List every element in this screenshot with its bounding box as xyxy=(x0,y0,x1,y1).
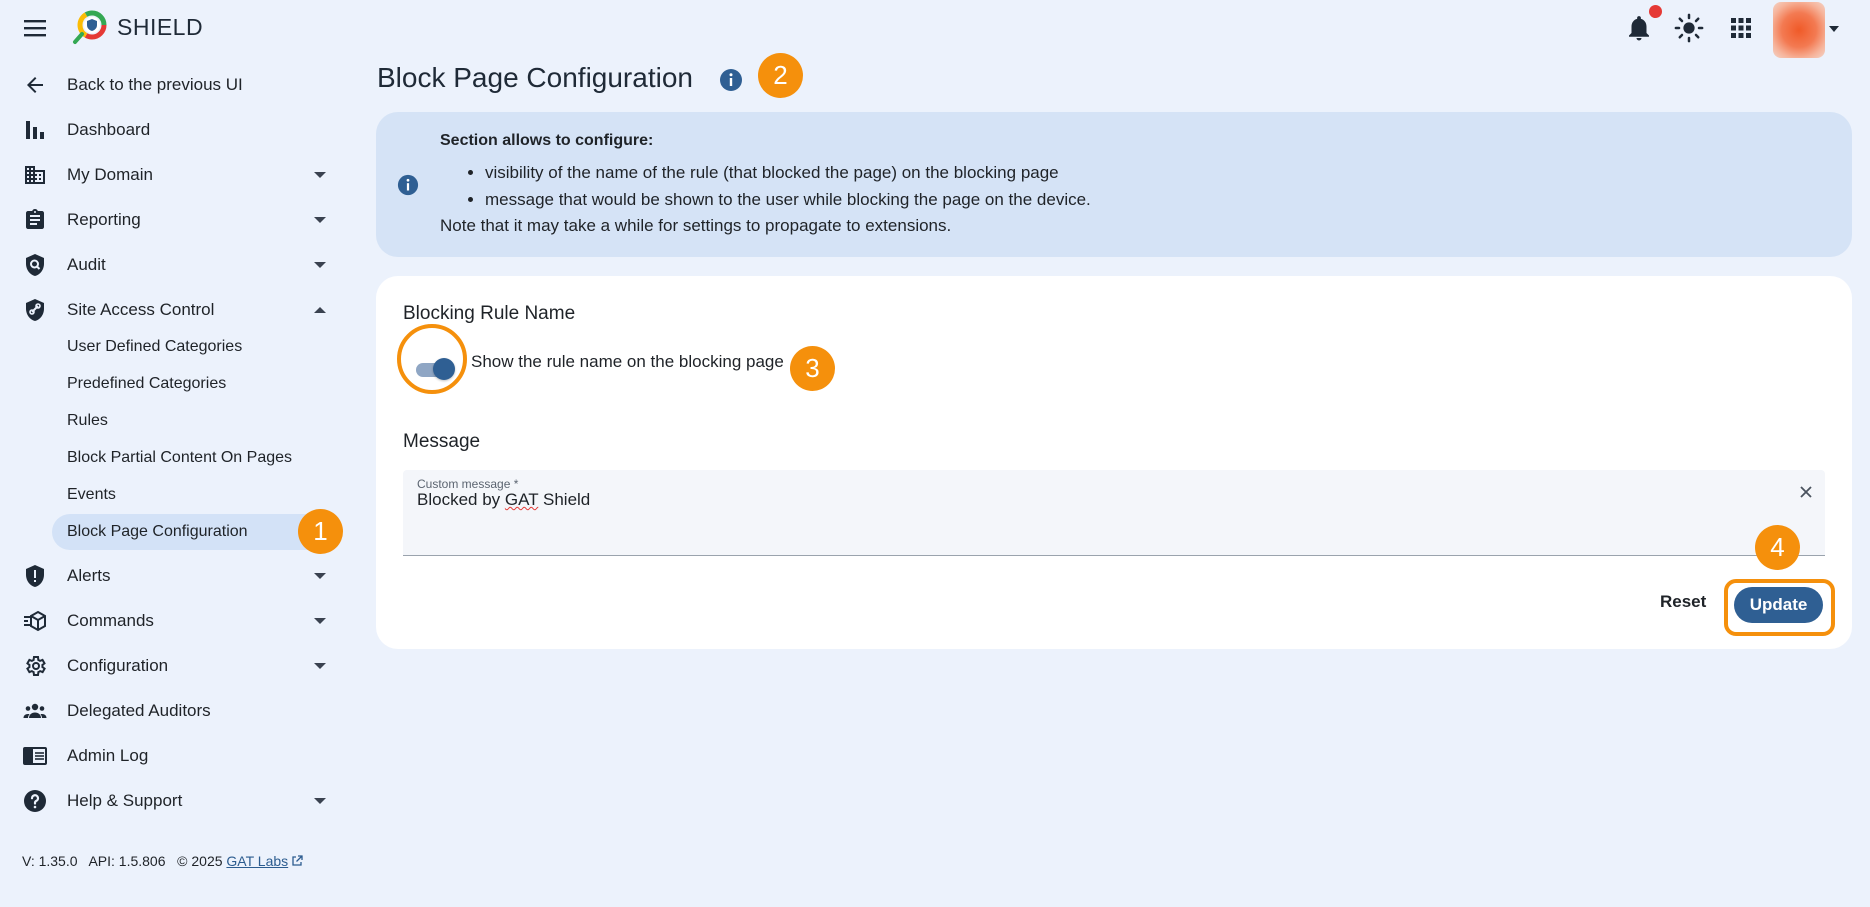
chevron-down-icon xyxy=(313,170,327,180)
info-bullet: visibility of the name of the rule (that… xyxy=(485,159,1091,186)
top-app-bar: SHIELD xyxy=(0,0,1870,58)
sidebar-item-my-domain[interactable]: My Domain xyxy=(0,154,350,194)
sidebar-item-help-support[interactable]: Help & Support xyxy=(0,780,350,820)
annotation-badge: 3 xyxy=(790,346,835,391)
external-link-icon[interactable] xyxy=(291,855,303,867)
chevron-down-icon xyxy=(313,571,327,581)
sidebar-subitem-events[interactable]: Events xyxy=(52,477,342,513)
user-avatar[interactable] xyxy=(1773,2,1825,58)
apps-grid-icon[interactable] xyxy=(1726,13,1756,43)
sidebar-item-delegated-auditors[interactable]: Delegated Auditors xyxy=(0,690,350,730)
notification-badge xyxy=(1649,5,1662,18)
api-version-text: API: 1.5.806 xyxy=(88,853,166,869)
domain-icon xyxy=(23,163,47,187)
sidebar-item-reporting[interactable]: Reporting xyxy=(0,199,350,239)
sidebar-subitem-label: Events xyxy=(67,486,116,503)
version-footer: V: 1.35.0 API: 1.5.806 © 2025 GAT Labs xyxy=(22,853,303,869)
menu-icon[interactable] xyxy=(22,16,48,40)
settings-card: Blocking Rule Name Show the rule name on… xyxy=(376,276,1852,649)
sidebar-item-admin-log[interactable]: Admin Log xyxy=(0,735,350,775)
bar-chart-icon xyxy=(23,118,47,142)
sidebar-item-audit[interactable]: Audit xyxy=(0,244,350,284)
sidebar-item-label: Audit xyxy=(67,255,106,274)
info-list: visibility of the name of the rule (that… xyxy=(485,159,1091,213)
misspelled-word: GAT xyxy=(504,490,539,509)
custom-message-text: Blocked by xyxy=(417,490,505,509)
sidebar-item-alerts[interactable]: Alerts xyxy=(0,555,350,595)
sidebar-item-label: Alerts xyxy=(67,566,111,585)
sidebar-item-label: Delegated Auditors xyxy=(67,701,211,720)
chevron-down-icon xyxy=(313,215,327,225)
brightness-icon[interactable] xyxy=(1674,13,1704,43)
custom-message-value[interactable]: Blocked by GAT Shield xyxy=(417,490,590,510)
gear-icon xyxy=(23,654,47,678)
sidebar-subitem-rules[interactable]: Rules xyxy=(52,403,342,439)
copyright-text: © 2025 xyxy=(177,853,223,869)
brand-name: SHIELD xyxy=(117,14,204,40)
sidebar-subitem-label: Rules xyxy=(67,412,108,429)
audit-icon xyxy=(23,253,47,277)
sidebar-subitem-label: Block Page Configuration xyxy=(67,523,248,540)
shield-link-icon xyxy=(23,298,47,322)
sidebar-subitem-label: Predefined Categories xyxy=(67,375,227,392)
message-section-title: Message xyxy=(403,431,481,452)
rule-name-section-title: Blocking Rule Name xyxy=(403,303,576,324)
info-note: Note that it may take a while for settin… xyxy=(440,216,952,235)
info-bullet: message that would be shown to the user … xyxy=(485,186,1091,213)
info-icon[interactable] xyxy=(719,68,743,92)
custom-message-label: Custom message * xyxy=(417,477,519,491)
sidebar-item-label: Reporting xyxy=(67,210,141,229)
arrow-back-icon xyxy=(23,73,47,97)
notifications-icon[interactable] xyxy=(1624,13,1654,43)
sidebar-subitem-block-partial-content[interactable]: Block Partial Content On Pages xyxy=(52,440,342,476)
sidebar-item-label: Back to the previous UI xyxy=(67,75,243,94)
annotation-badge: 1 xyxy=(298,509,343,554)
chevron-down-icon xyxy=(313,260,327,270)
info-heading: Section allows to configure: xyxy=(440,132,654,149)
chevron-down-icon xyxy=(313,796,327,806)
info-icon xyxy=(397,174,419,196)
sidebar-item-label: My Domain xyxy=(67,165,153,184)
chevron-down-icon[interactable] xyxy=(1828,24,1840,34)
sidebar-item-site-access-control[interactable]: Site Access Control xyxy=(0,289,350,329)
sidebar-subitem-predefined-categories[interactable]: Predefined Categories xyxy=(52,366,342,402)
people-icon xyxy=(23,699,47,723)
sidebar-subitem-user-defined-categories[interactable]: User Defined Categories xyxy=(52,329,342,365)
version-text: V: 1.35.0 xyxy=(22,853,78,869)
chevron-up-icon xyxy=(313,305,327,315)
chevron-down-icon xyxy=(313,661,327,671)
help-icon xyxy=(23,789,47,813)
log-icon xyxy=(23,744,47,768)
chevron-down-icon xyxy=(313,616,327,626)
sidebar-item-configuration[interactable]: Configuration xyxy=(0,645,350,685)
close-icon[interactable] xyxy=(1798,484,1814,500)
sidebar-item-label: Dashboard xyxy=(67,120,151,139)
sidebar-item-commands[interactable]: Commands xyxy=(0,600,350,640)
sidebar-subitem-label: User Defined Categories xyxy=(67,338,243,355)
sidebar-item-label: Site Access Control xyxy=(67,300,215,319)
info-banner: Section allows to configure: visibility … xyxy=(376,112,1852,257)
alert-shield-icon xyxy=(23,564,47,588)
shield-logo-icon[interactable] xyxy=(72,10,108,46)
annotation-badge: 2 xyxy=(758,53,803,98)
sidebar-item-label: Commands xyxy=(67,611,154,630)
annotation-highlight-ring xyxy=(1724,579,1835,636)
custom-message-field[interactable]: Custom message * Blocked by GAT Shield xyxy=(403,470,1825,556)
commands-icon xyxy=(23,609,47,633)
sidebar-subitem-label: Block Partial Content On Pages xyxy=(67,449,293,466)
page-title: Block Page Configuration xyxy=(377,62,693,93)
reset-button[interactable]: Reset xyxy=(1660,592,1706,612)
sidebar-item-back[interactable]: Back to the previous UI xyxy=(0,64,350,104)
custom-message-text: Shield xyxy=(538,490,591,509)
company-link[interactable]: GAT Labs xyxy=(226,853,288,869)
clipboard-icon xyxy=(23,208,47,232)
sidebar-item-label: Admin Log xyxy=(67,746,149,765)
show-rule-name-label[interactable]: Show the rule name on the blocking page xyxy=(471,352,784,372)
annotation-highlight-ring xyxy=(397,324,467,394)
sidebar-item-label: Configuration xyxy=(67,656,169,675)
sidebar-item-dashboard[interactable]: Dashboard xyxy=(0,109,350,149)
annotation-badge: 4 xyxy=(1755,525,1800,570)
sidebar-item-label: Help & Support xyxy=(67,791,183,810)
